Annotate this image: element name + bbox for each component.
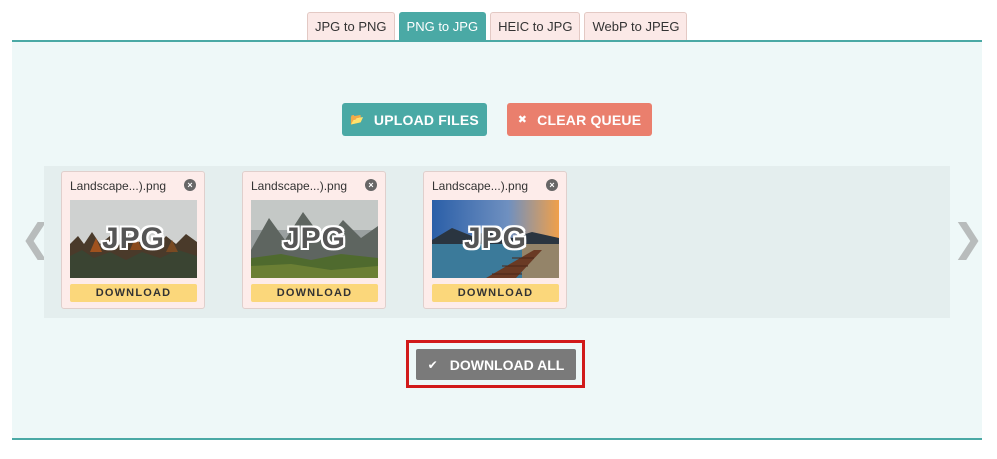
file-queue: Landscape...).png × JPG DOWNLOAD Landsca… — [44, 166, 950, 318]
remove-file-icon[interactable]: × — [365, 179, 377, 191]
upload-files-button[interactable]: 📂 UPLOAD FILES — [342, 103, 487, 136]
file-thumbnail: JPG — [432, 200, 559, 278]
upload-files-label: UPLOAD FILES — [373, 111, 479, 128]
file-thumbnail: JPG — [70, 200, 197, 278]
download-all-label: DOWNLOAD ALL — [449, 356, 565, 373]
folder-open-icon: 📂 — [350, 114, 364, 126]
file-name: Landscape...).png — [251, 179, 348, 193]
file-thumbnail: JPG — [251, 200, 378, 278]
remove-file-icon[interactable]: × — [184, 179, 196, 191]
tab-png-to-jpg[interactable]: PNG to JPG — [398, 12, 487, 40]
file-name: Landscape...).png — [70, 179, 167, 193]
download-button[interactable]: DOWNLOAD — [70, 284, 197, 302]
check-icon: ✔ — [427, 357, 438, 372]
chevron-right-icon[interactable]: ❯ — [952, 220, 984, 258]
tab-jpg-to-png[interactable]: JPG to PNG — [307, 12, 395, 40]
clear-queue-label: CLEAR QUEUE — [537, 111, 642, 128]
converter-tabs: JPG to PNG PNG to JPG HEIC to JPG WebP t… — [307, 12, 688, 40]
format-badge: JPG — [282, 222, 347, 255]
remove-file-icon[interactable]: × — [546, 179, 558, 191]
file-card: Landscape...).png × JPG DOWNLOAD — [242, 171, 386, 309]
format-badge: JPG — [463, 222, 528, 255]
format-badge: JPG — [101, 222, 166, 255]
file-card: Landscape...).png × JPG DOWNLOAD — [61, 171, 205, 309]
file-name: Landscape...).png — [432, 179, 529, 193]
download-button[interactable]: DOWNLOAD — [251, 284, 378, 302]
download-all-button[interactable]: ✔ DOWNLOAD ALL — [416, 349, 576, 380]
tab-heic-to-jpg[interactable]: HEIC to JPG — [490, 12, 581, 40]
x-icon: ✖ — [517, 114, 528, 126]
converter-panel: 📂 UPLOAD FILES ✖ CLEAR QUEUE ❮ ❯ Landsca… — [12, 40, 984, 440]
clear-queue-button[interactable]: ✖ CLEAR QUEUE — [507, 103, 652, 136]
download-button[interactable]: DOWNLOAD — [432, 284, 559, 302]
tab-webp-to-jpeg[interactable]: WebP to JPEG — [584, 12, 688, 40]
file-card: Landscape...).png × JPG DOWNLOAD — [423, 171, 567, 309]
